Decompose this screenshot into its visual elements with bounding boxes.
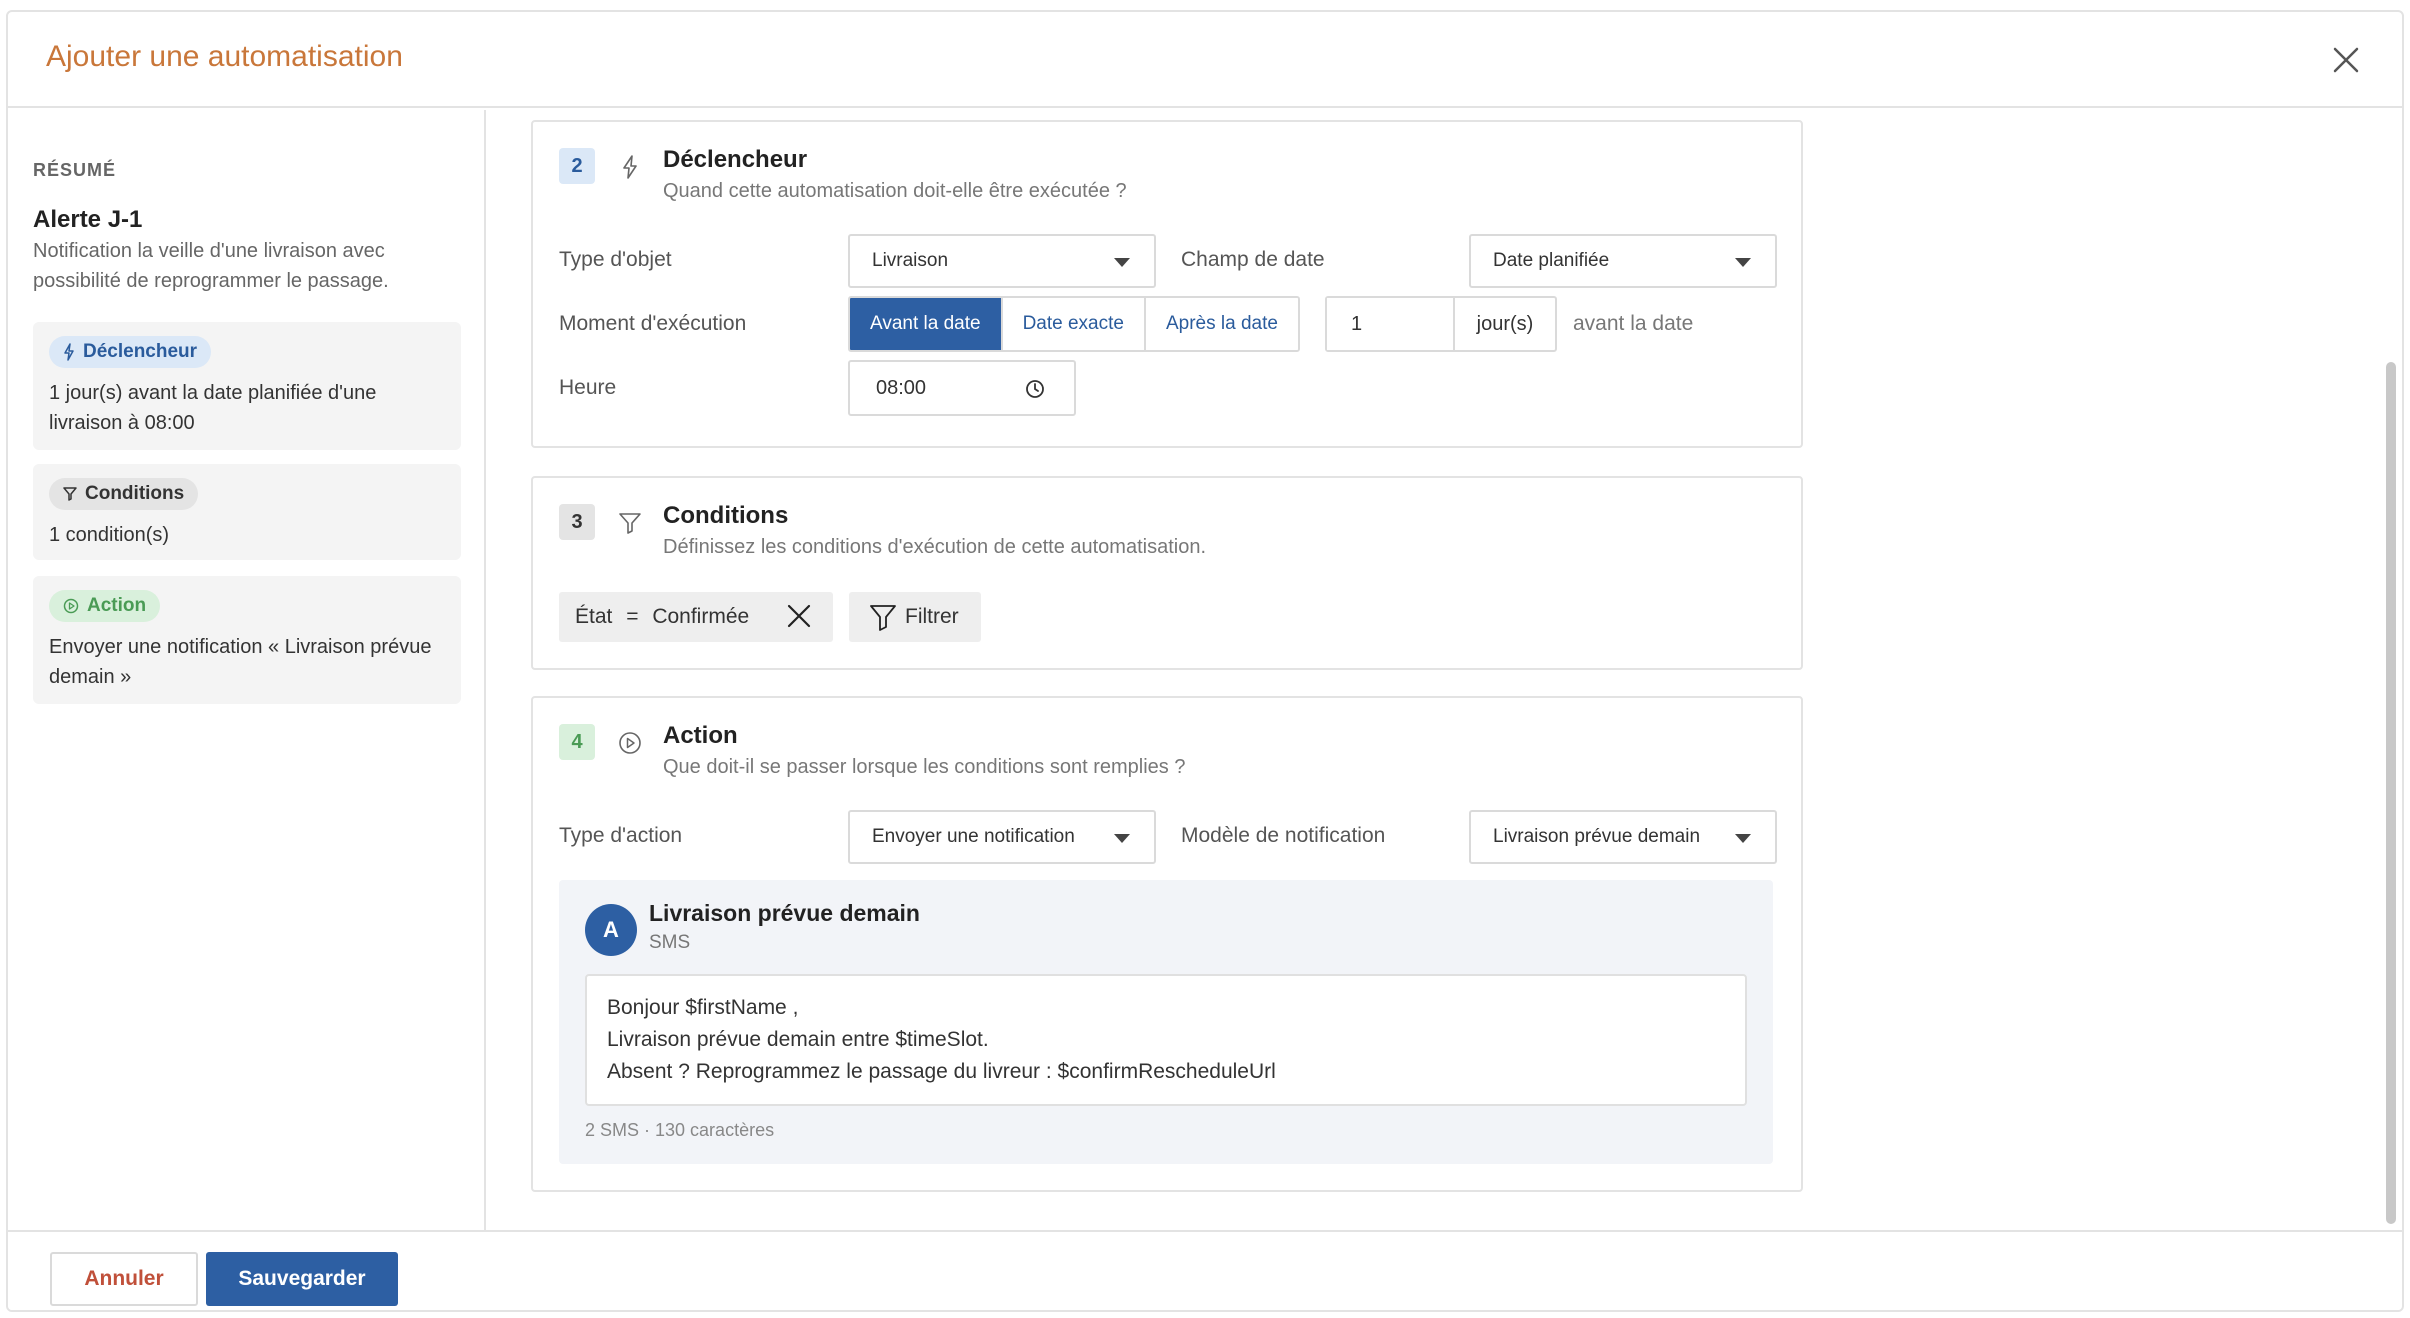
action-summary: Envoyer une notification « Livraison pré… xyxy=(49,636,432,688)
conditions-title: Conditions xyxy=(663,502,789,529)
preview-line: Absent ? Reprogrammez le passage du livr… xyxy=(607,1060,1276,1083)
chevron-down-icon xyxy=(1735,834,1751,843)
trigger-subtitle: Quand cette automatisation doit-elle êtr… xyxy=(663,180,1127,202)
date-field-select[interactable]: Date planifiée xyxy=(1469,234,1777,288)
summary-sidebar: RÉSUMÉ Alerte J-1 Notification la veille… xyxy=(8,110,486,1230)
conditions-panel: 3 Conditions Définissez les conditions d… xyxy=(531,476,1803,670)
modal-header: Ajouter une automatisation xyxy=(8,12,2402,108)
offset-input-group: jour(s) xyxy=(1325,296,1557,352)
date-field-value: Date planifiée xyxy=(1493,250,1610,271)
automation-modal: Ajouter une automatisation RÉSUMÉ Alerte… xyxy=(6,10,2404,1312)
chevron-down-icon xyxy=(1114,834,1130,843)
summary-card-trigger: Déclencheur 1 jour(s) avant la date plan… xyxy=(33,322,461,450)
conditions-step-number: 3 xyxy=(559,504,595,540)
moment-segmented-control: Avant la date Date exacte Après la date xyxy=(848,296,1300,352)
clock-icon[interactable] xyxy=(1024,378,1046,400)
moment-option-before[interactable]: Avant la date xyxy=(850,298,1003,350)
condition-chip[interactable]: État = Confirmée xyxy=(559,592,833,642)
conditions-badge: Conditions xyxy=(49,478,199,510)
condition-field: État xyxy=(575,605,613,628)
offset-unit: jour(s) xyxy=(1476,313,1534,335)
conditions-badge-label: Conditions xyxy=(85,483,185,504)
modal-footer: Annuler Sauvegarder xyxy=(8,1230,2402,1310)
moment-label: Moment d'exécution xyxy=(559,312,747,335)
object-type-select[interactable]: Livraison xyxy=(848,234,1156,288)
filter-icon xyxy=(870,605,896,631)
time-label: Heure xyxy=(559,376,617,399)
main-content[interactable]: 2 Déclencheur Quand cette automatisation… xyxy=(488,110,2380,1230)
action-badge-label: Action xyxy=(87,595,147,616)
summary-section-label: RÉSUMÉ xyxy=(33,160,117,180)
trigger-step-number: 2 xyxy=(559,148,595,184)
template-value: Livraison prévue demain xyxy=(1493,826,1701,847)
bolt-icon xyxy=(623,155,637,179)
trigger-summary: 1 jour(s) avant la date planifiée d'une … xyxy=(49,382,377,434)
action-title: Action xyxy=(663,722,738,749)
modal-title: Ajouter une automatisation xyxy=(46,40,403,73)
chevron-down-icon xyxy=(1114,258,1130,267)
trigger-badge-label: Déclencheur xyxy=(83,341,198,362)
play-circle-icon xyxy=(619,732,641,754)
cancel-button[interactable]: Annuler xyxy=(50,1252,198,1306)
preview-char-count: 2 SMS · 130 caractères xyxy=(585,1120,775,1140)
action-badge: Action xyxy=(49,590,161,622)
action-type-select[interactable]: Envoyer une notification xyxy=(848,810,1156,864)
preview-line: Bonjour $firstName , xyxy=(607,996,799,1019)
conditions-subtitle: Définissez les conditions d'exécution de… xyxy=(663,536,1207,558)
chevron-down-icon xyxy=(1735,258,1751,267)
condition-value: Confirmée xyxy=(652,605,750,628)
close-icon[interactable] xyxy=(785,602,813,630)
conditions-summary: 1 condition(s) xyxy=(49,524,170,546)
summary-card-conditions: Conditions 1 condition(s) xyxy=(33,464,461,560)
preview-message: Bonjour $firstName , Livraison prévue de… xyxy=(585,974,1747,1106)
filter-button[interactable]: Filtrer xyxy=(849,592,981,642)
offset-input[interactable] xyxy=(1327,298,1455,350)
filter-button-label: Filtrer xyxy=(905,605,959,628)
offset-suffix: avant la date xyxy=(1573,312,1694,335)
trigger-panel: 2 Déclencheur Quand cette automatisation… xyxy=(531,120,1803,448)
time-input[interactable] xyxy=(850,362,1010,414)
object-type-label: Type d'objet xyxy=(559,248,672,271)
preview-line: Livraison prévue demain entre $timeSlot. xyxy=(607,1028,989,1051)
action-type-value: Envoyer une notification xyxy=(872,826,1075,847)
bolt-icon xyxy=(64,343,74,361)
action-panel: 4 Action Que doit-il se passer lorsque l… xyxy=(531,696,1803,1192)
summary-card-action: Action Envoyer une notification « Livrai… xyxy=(33,576,461,704)
close-icon[interactable] xyxy=(2326,40,2366,80)
time-field[interactable] xyxy=(848,360,1076,416)
moment-option-after[interactable]: Après la date xyxy=(1145,298,1298,350)
object-type-value: Livraison xyxy=(872,250,949,271)
filter-icon xyxy=(63,487,77,501)
notification-preview: A Livraison prévue demain SMS Bonjour $f… xyxy=(559,880,1773,1164)
action-subtitle: Que doit-il se passer lorsque les condit… xyxy=(663,756,1186,778)
play-circle-icon xyxy=(63,598,79,614)
automation-name: Alerte J-1 xyxy=(33,206,143,233)
moment-option-exact[interactable]: Date exacte xyxy=(1002,298,1146,350)
save-button[interactable]: Sauvegarder xyxy=(206,1252,398,1306)
date-field-label: Champ de date xyxy=(1181,248,1325,271)
action-type-label: Type d'action xyxy=(559,824,683,847)
trigger-title: Déclencheur xyxy=(663,146,808,173)
template-select[interactable]: Livraison prévue demain xyxy=(1469,810,1777,864)
automation-description: Notification la veille d'une livraison a… xyxy=(33,240,389,292)
action-step-number: 4 xyxy=(559,724,595,760)
filter-icon xyxy=(619,513,641,534)
condition-operator: = xyxy=(626,605,639,628)
preview-channel: SMS xyxy=(649,932,691,953)
template-label: Modèle de notification xyxy=(1181,824,1386,847)
trigger-badge: Déclencheur xyxy=(49,336,212,368)
preview-template-name: Livraison prévue demain xyxy=(649,900,920,926)
scrollbar-thumb[interactable] xyxy=(2386,362,2396,1224)
avatar: A xyxy=(585,904,637,956)
